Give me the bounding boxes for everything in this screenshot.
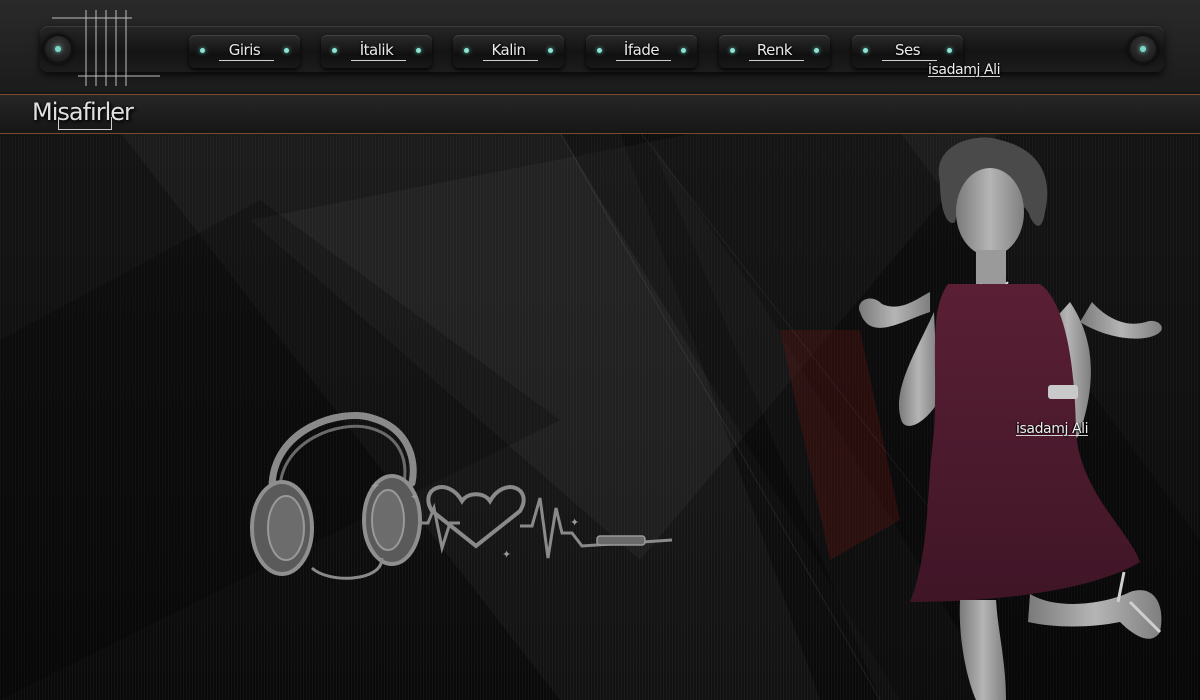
dot-icon: [814, 48, 819, 53]
label-underline: [882, 60, 937, 61]
label-underline: [351, 60, 406, 61]
nav-button-ifade[interactable]: İfade: [586, 35, 697, 68]
signature-top: isadamj Ali: [928, 62, 1001, 78]
dot-icon: [947, 48, 952, 53]
signature-text: isadamj Ali: [928, 62, 1001, 78]
svg-text:✦: ✦: [570, 516, 579, 529]
dot-icon: [416, 48, 421, 53]
svg-text:✦: ✦: [410, 492, 418, 503]
page: Giris İtalik Kalin İfade Renk Ses isadam…: [0, 0, 1200, 700]
rivet-right-icon: [1128, 34, 1158, 64]
dot-icon: [548, 48, 553, 53]
svg-text:✦: ✦: [370, 479, 380, 493]
woman-figure-image: [859, 137, 1162, 700]
label-underline: [219, 60, 274, 61]
svg-text:✦: ✦: [502, 548, 511, 561]
nav-button-italik[interactable]: İtalik: [321, 35, 432, 68]
label-underline: [616, 60, 671, 61]
nav-button-giris[interactable]: Giris: [189, 35, 300, 68]
label-underline: [483, 60, 538, 61]
nav-button-kalin[interactable]: Kalin: [453, 35, 564, 68]
nav-button-renk[interactable]: Renk: [719, 35, 830, 68]
headphones-heartbeat-icon: ✦ ✦ ✦ ✦: [250, 412, 673, 580]
guest-bar: Misafirler: [0, 94, 1200, 134]
label-underline: [749, 60, 804, 61]
dot-icon: [681, 48, 686, 53]
dot-icon: [284, 48, 289, 53]
signature-text: isadamj Ali: [1016, 421, 1089, 437]
signature-figure: isadamj Ali: [1016, 421, 1089, 437]
rivet-left-icon: [43, 34, 73, 64]
guest-label-bracket: [58, 117, 112, 130]
top-navigation-bar: Giris İtalik Kalin İfade Renk Ses isadam…: [0, 0, 1200, 92]
